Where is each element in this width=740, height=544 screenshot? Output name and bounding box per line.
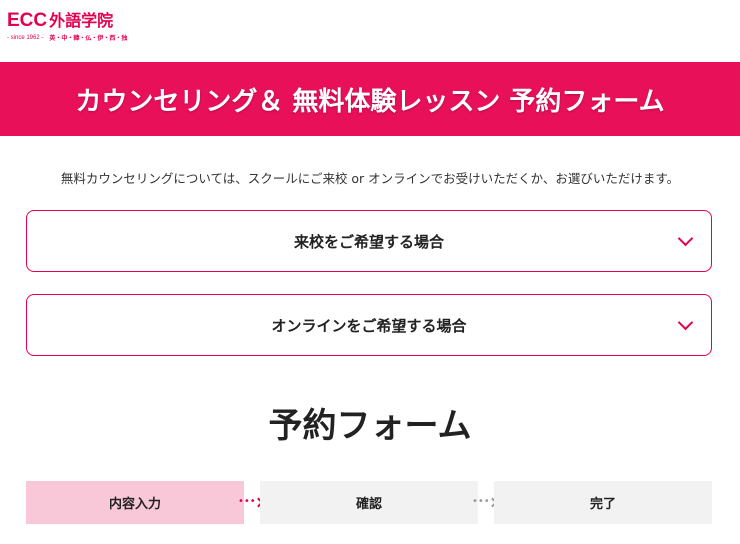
logo-main: ECC 外語学院 bbox=[7, 7, 157, 32]
chevron-down-icon bbox=[677, 230, 694, 247]
logo-sub: - since 1962 - 英・中・韓・仏・伊・西・独 bbox=[7, 33, 157, 43]
page-banner: カウンセリング＆ 無料体験レッスン 予約フォーム bbox=[0, 62, 740, 136]
dotted-arrow-right-icon: ••• bbox=[238, 495, 264, 509]
step-label: 内容入力 bbox=[108, 497, 161, 512]
intro-text: 無料カウンセリングについては、スクールにご来校 or オンラインでお受けいただく… bbox=[60, 171, 680, 186]
form-section-title: 予約フォーム bbox=[268, 406, 472, 446]
step-complete: 完了 bbox=[494, 481, 712, 524]
logo-since: - since 1962 - bbox=[7, 34, 44, 41]
step-input: 内容入力 bbox=[26, 481, 244, 524]
accordion-label: 来校をご希望する場合 bbox=[293, 232, 444, 251]
ecc-logo[interactable]: ECC 外語学院 - since 1962 - 英・中・韓・仏・伊・西・独 bbox=[7, 7, 157, 43]
logo-name: 外語学院 bbox=[49, 11, 114, 30]
logo-brand: ECC bbox=[7, 10, 48, 31]
step-confirm: 確認 bbox=[260, 481, 478, 524]
step-label: 完了 bbox=[589, 497, 616, 512]
accordion-online[interactable]: オンラインをご希望する場合 bbox=[26, 294, 712, 356]
form-progress-steps: 内容入力 ••• 確認 ••• 完了 bbox=[26, 481, 712, 524]
dotted-arrow-right-icon: ••• bbox=[472, 495, 498, 509]
accordion-visit-school[interactable]: 来校をご希望する場合 bbox=[26, 210, 712, 272]
chevron-down-icon bbox=[677, 314, 694, 331]
step-label: 確認 bbox=[355, 497, 382, 512]
logo-languages: 英・中・韓・仏・伊・西・独 bbox=[49, 35, 128, 42]
page-title: カウンセリング＆ 無料体験レッスン 予約フォーム bbox=[75, 86, 665, 117]
accordion-label: オンラインをご希望する場合 bbox=[271, 316, 467, 335]
